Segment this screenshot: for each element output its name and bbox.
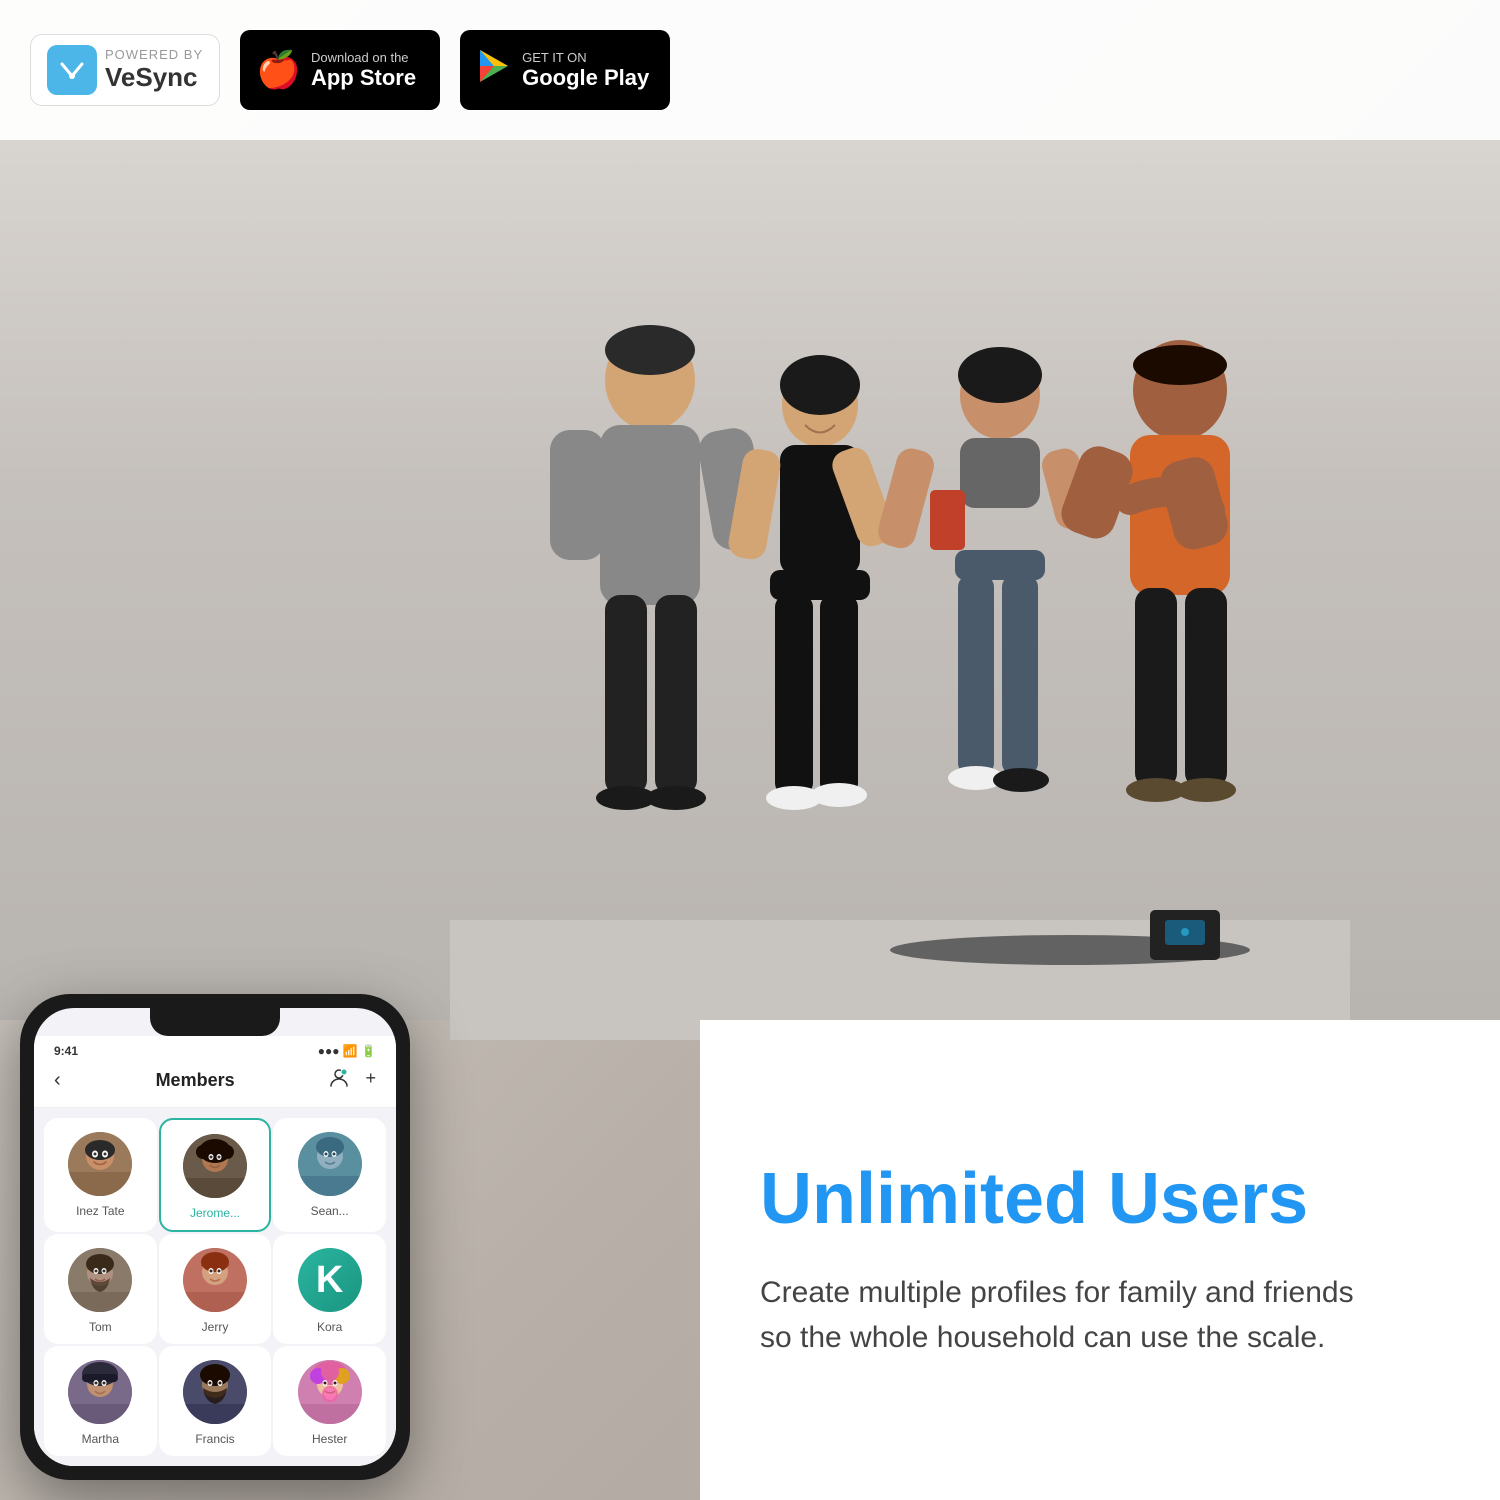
avatar-francis (183, 1360, 247, 1424)
avatar-inez (68, 1132, 132, 1196)
member-card-martha[interactable]: Martha (44, 1346, 157, 1456)
back-button[interactable]: ‹ (54, 1069, 61, 1092)
member-card-kora[interactable]: K Kora (273, 1234, 386, 1344)
avatar-sean (298, 1132, 362, 1196)
member-card-francis[interactable]: Francis (159, 1346, 272, 1456)
google-play-badge[interactable]: GET IT ON Google Play (460, 30, 670, 110)
member-name-kora: Kora (317, 1320, 342, 1334)
member-card-inez[interactable]: Inez Tate (44, 1118, 157, 1232)
screen-title: Members (156, 1070, 235, 1091)
people-photo (300, 130, 1500, 1040)
unlimited-users-title: Unlimited Users (760, 1160, 1440, 1239)
member-card-hester[interactable]: Hester (273, 1346, 386, 1456)
phone-frame: 9:41 ●●● 📶 🔋 ‹ Members + (20, 994, 410, 1480)
members-grid: Inez Tate (34, 1108, 396, 1466)
status-bar: 9:41 ●●● 📶 🔋 (34, 1036, 396, 1058)
member-card-sean[interactable]: Sean... (273, 1118, 386, 1232)
member-card-jerome[interactable]: Jerome... (159, 1118, 272, 1232)
unlimited-users-description: Create multiple profiles for family and … (760, 1270, 1440, 1360)
vesync-brand-name: VeSync (105, 62, 203, 93)
member-name-inez: Inez Tate (76, 1204, 124, 1218)
header-bar: POWERED BY VeSync 🍎 Download on the App … (0, 0, 1500, 140)
avatar-kora: K (298, 1248, 362, 1312)
header-icons: + (329, 1068, 376, 1093)
person-icon[interactable] (329, 1068, 349, 1093)
apple-icon: 🍎 (256, 49, 301, 91)
member-card-tom[interactable]: Tom (44, 1234, 157, 1344)
member-card-jerry[interactable]: Jerry (159, 1234, 272, 1344)
get-it-on-text: GET IT ON (522, 50, 649, 65)
signal-display: ●●● 📶 🔋 (318, 1044, 376, 1058)
phone-notch (150, 1008, 280, 1036)
vesync-icon (47, 45, 97, 95)
member-name-francis: Francis (195, 1432, 234, 1446)
phone-screen: 9:41 ●●● 📶 🔋 ‹ Members + (34, 1008, 396, 1466)
phone-mockup: 9:41 ●●● 📶 🔋 ‹ Members + (0, 974, 430, 1500)
member-name-tom: Tom (89, 1320, 112, 1334)
app-store-badge[interactable]: 🍎 Download on the App Store (240, 30, 440, 110)
avatar-jerome (183, 1134, 247, 1198)
member-name-jerry: Jerry (202, 1320, 229, 1334)
google-play-icon (476, 48, 512, 93)
app-store-name: App Store (311, 65, 416, 91)
add-icon[interactable]: + (365, 1068, 376, 1093)
powered-by-text: POWERED BY (105, 47, 203, 62)
member-name-sean: Sean... (311, 1204, 349, 1218)
member-name-hester: Hester (312, 1432, 347, 1446)
bottom-content-section: Unlimited Users Create multiple profiles… (700, 1020, 1500, 1500)
avatar-jerry (183, 1248, 247, 1312)
member-name-martha: Martha (82, 1432, 119, 1446)
vesync-logo: POWERED BY VeSync (30, 34, 220, 106)
member-name-jerome: Jerome... (190, 1206, 240, 1220)
time-display: 9:41 (54, 1044, 78, 1058)
avatar-hester (298, 1360, 362, 1424)
avatar-martha (68, 1360, 132, 1424)
app-navigation-bar: ‹ Members + (34, 1058, 396, 1108)
download-on-text: Download on the (311, 50, 416, 65)
avatar-tom (68, 1248, 132, 1312)
google-play-name: Google Play (522, 65, 649, 91)
